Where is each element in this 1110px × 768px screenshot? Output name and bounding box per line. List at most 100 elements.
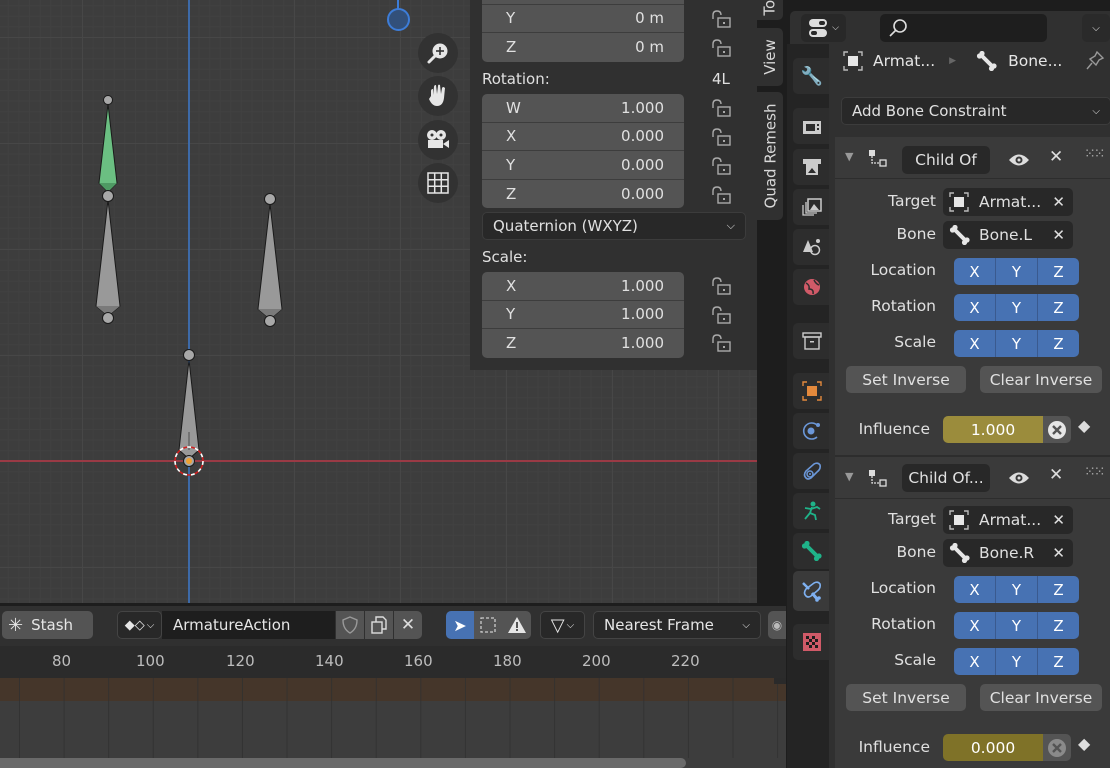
- location-y-field[interactable]: Y0 m: [482, 5, 684, 33]
- tab-scene[interactable]: [793, 229, 831, 265]
- tab-tool-settings[interactable]: 🔧: [793, 58, 831, 94]
- location-z-toggle[interactable]: Z: [1038, 258, 1079, 285]
- tab-texture[interactable]: [793, 624, 831, 660]
- rotation-y-toggle[interactable]: Y: [996, 294, 1038, 321]
- tab-tool[interactable]: Tool: [757, 0, 783, 20]
- scale-y-toggle[interactable]: Y: [996, 330, 1038, 357]
- rotation-w-field[interactable]: W 1.000: [482, 94, 684, 123]
- breadcrumb-object[interactable]: Armat...: [873, 52, 935, 70]
- lock-icon[interactable]: [710, 157, 732, 175]
- lock-icon[interactable]: [710, 99, 732, 117]
- stash-button[interactable]: ✳ Stash: [2, 611, 93, 639]
- location-y-toggle[interactable]: Y: [996, 576, 1038, 603]
- lock-icon[interactable]: [710, 277, 732, 295]
- drag-handle-icon[interactable]: ⁙⁙: [1084, 146, 1106, 162]
- set-inverse-button[interactable]: Set Inverse: [846, 684, 966, 711]
- tab-output[interactable]: [793, 149, 831, 185]
- tab-view[interactable]: View: [757, 28, 783, 86]
- editor-type-dropdown[interactable]: ⌵: [801, 14, 846, 42]
- influence-slider[interactable]: 1.000: [943, 416, 1071, 443]
- only-errors-toggle[interactable]: [502, 611, 531, 639]
- rotation-y-toggle[interactable]: Y: [996, 612, 1038, 639]
- rotation-y-field[interactable]: Y 0.000: [482, 151, 684, 180]
- location-x-toggle[interactable]: X: [954, 576, 996, 603]
- pin-icon[interactable]: [1085, 50, 1105, 72]
- collapse-arrow-icon[interactable]: ▼: [845, 150, 853, 163]
- breadcrumb-bone[interactable]: Bone...: [1008, 52, 1062, 70]
- snap-mode-dropdown[interactable]: Nearest Frame ⌵: [593, 611, 761, 639]
- scale-x-field[interactable]: X 1.000: [482, 272, 684, 301]
- action-browse-dropdown[interactable]: ◆◇ ⌵: [117, 611, 162, 639]
- lock-icon[interactable]: [710, 306, 732, 324]
- eye-icon[interactable]: [1008, 152, 1030, 168]
- location-y-toggle[interactable]: Y: [996, 258, 1038, 285]
- influence-slider[interactable]: 0.000: [943, 734, 1071, 761]
- options-dropdown[interactable]: ⌵: [1082, 14, 1110, 42]
- properties-search-input[interactable]: [880, 14, 1047, 42]
- rotation-z-toggle[interactable]: Z: [1038, 294, 1079, 321]
- constraint-name-field[interactable]: Child Of...: [902, 464, 990, 492]
- tab-render[interactable]: [793, 108, 831, 144]
- upper-left-bone[interactable]: [98, 95, 118, 193]
- rotation-mode-dropdown[interactable]: Quaternion (WXYZ) ⌵: [482, 212, 746, 240]
- scale-y-field[interactable]: Y 1.000: [482, 301, 684, 329]
- 3d-viewport[interactable]: Y0 m Z0 m Rotation: 4L W 1.000 X 0.000 Y 0.…: [0, 0, 757, 603]
- timeline-channels[interactable]: ‹: [0, 678, 786, 768]
- rotation-x-field[interactable]: X 0.000: [482, 123, 684, 151]
- camera-view-button[interactable]: [418, 120, 458, 160]
- keyframe-diamond-icon[interactable]: ◆: [1078, 734, 1090, 753]
- disable-keep-transform-button[interactable]: [1043, 416, 1071, 443]
- tab-view-layer[interactable]: [793, 189, 831, 225]
- scale-x-toggle[interactable]: X: [954, 648, 996, 675]
- tab-object-constraints[interactable]: [793, 453, 831, 489]
- zoom-view-button[interactable]: [418, 33, 458, 73]
- scale-z-toggle[interactable]: Z: [1038, 330, 1079, 357]
- lock-icon[interactable]: [710, 39, 732, 57]
- rotation-x-toggle[interactable]: X: [954, 294, 996, 321]
- set-inverse-button[interactable]: Set Inverse: [846, 366, 966, 393]
- rotation-x-toggle[interactable]: X: [954, 612, 996, 639]
- lock-icon[interactable]: [710, 334, 732, 352]
- delete-constraint-icon[interactable]: ✕: [1049, 147, 1063, 167]
- tab-object-data[interactable]: [793, 493, 831, 529]
- delete-constraint-icon[interactable]: ✕: [1049, 465, 1063, 485]
- drag-handle-icon[interactable]: ⁙⁙: [1084, 464, 1106, 480]
- new-action-button[interactable]: [365, 611, 393, 639]
- rotation-z-field[interactable]: Z 0.000: [482, 180, 684, 209]
- subtarget-bone-field[interactable]: Bone.R ✕: [943, 539, 1073, 567]
- rotation-4l-toggle[interactable]: 4L: [712, 70, 730, 88]
- proportional-edit-toggle[interactable]: ◉: [768, 611, 786, 639]
- horizontal-scrollbar[interactable]: [0, 758, 686, 768]
- unlink-action-button[interactable]: ✕: [394, 611, 422, 639]
- target-field[interactable]: Armat... ✕: [943, 188, 1073, 216]
- location-z-toggle[interactable]: Z: [1038, 576, 1079, 603]
- ortho-toggle-button[interactable]: [418, 163, 458, 203]
- tab-modifiers[interactable]: [793, 413, 831, 449]
- subtarget-bone-field[interactable]: Bone.L ✕: [943, 221, 1073, 249]
- timeline-ruler[interactable]: 80 100 120 140 160 180 200 220: [0, 646, 786, 678]
- clear-target-icon[interactable]: ✕: [1052, 193, 1065, 211]
- clear-bone-icon[interactable]: ✕: [1052, 226, 1065, 244]
- location-z-field[interactable]: Z0 m: [482, 33, 684, 62]
- pan-view-button[interactable]: [418, 76, 458, 116]
- disable-keep-transform-button[interactable]: [1043, 734, 1071, 761]
- lock-icon[interactable]: [710, 128, 732, 146]
- keyframe-diamond-icon[interactable]: ◆: [1078, 416, 1090, 435]
- scale-x-toggle[interactable]: X: [954, 330, 996, 357]
- scale-z-field[interactable]: Z 1.000: [482, 329, 684, 358]
- tab-world[interactable]: [793, 269, 831, 305]
- rotation-z-toggle[interactable]: Z: [1038, 612, 1079, 639]
- tab-quad-remesh[interactable]: Quad Remesh: [757, 92, 783, 220]
- sidebar-expand-arrow[interactable]: ‹: [774, 678, 786, 684]
- clear-target-icon[interactable]: ✕: [1052, 511, 1065, 529]
- location-x-toggle[interactable]: X: [954, 258, 996, 285]
- clear-inverse-button[interactable]: Clear Inverse: [980, 366, 1102, 393]
- eye-icon[interactable]: [1008, 470, 1030, 486]
- scale-y-toggle[interactable]: Y: [996, 648, 1038, 675]
- lock-icon[interactable]: [710, 10, 732, 28]
- clear-inverse-button[interactable]: Clear Inverse: [980, 684, 1102, 711]
- constraint-name-field[interactable]: Child Of: [902, 146, 990, 174]
- action-name-field[interactable]: ArmatureAction: [162, 611, 335, 639]
- tab-bone[interactable]: [793, 533, 831, 569]
- scale-z-toggle[interactable]: Z: [1038, 648, 1079, 675]
